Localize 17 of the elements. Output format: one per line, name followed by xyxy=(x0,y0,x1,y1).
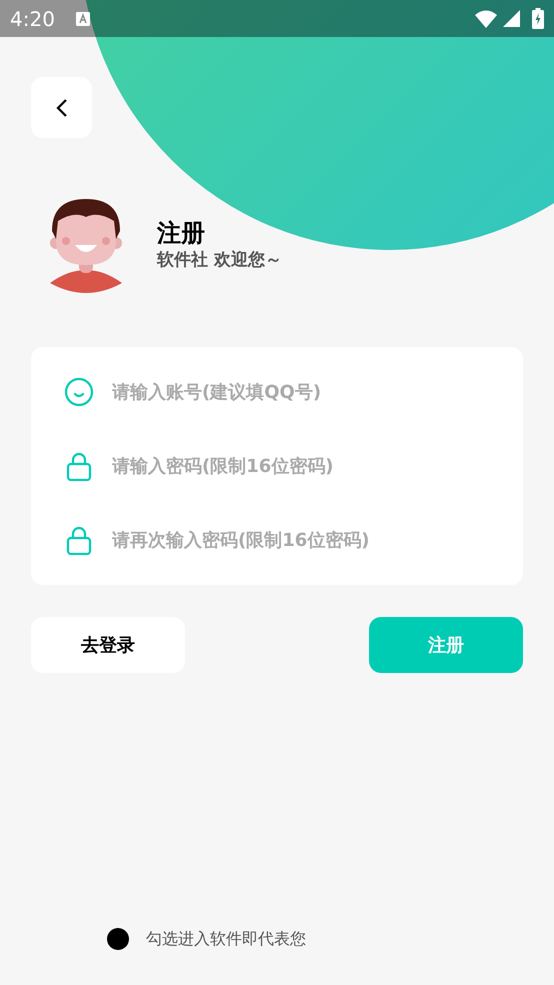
smile-icon xyxy=(64,377,94,407)
radio-button[interactable] xyxy=(107,928,129,950)
battery-icon xyxy=(532,8,544,29)
keyboard-icon xyxy=(76,12,90,26)
chevron-left-icon xyxy=(56,98,68,118)
account-field[interactable]: 请输入账号(建议填QQ号) xyxy=(112,378,490,406)
lock-icon xyxy=(64,525,94,555)
lock-icon xyxy=(64,451,94,481)
login-button[interactable]: 去登录 xyxy=(31,617,185,673)
agreement-text: 勾选进入软件即代表您 xyxy=(146,928,306,950)
status-time: 4:20 xyxy=(10,6,55,32)
password-field[interactable]: 请输入密码(限制16位密码) xyxy=(112,452,490,480)
page-title: 注册 xyxy=(157,218,206,248)
password-field[interactable]: 请再次输入密码(限制16位密码) xyxy=(112,526,490,554)
wifi-icon xyxy=(475,10,497,28)
signal-icon xyxy=(503,10,520,27)
welcome-subtitle: 软件社 欢迎您～ xyxy=(157,249,282,272)
